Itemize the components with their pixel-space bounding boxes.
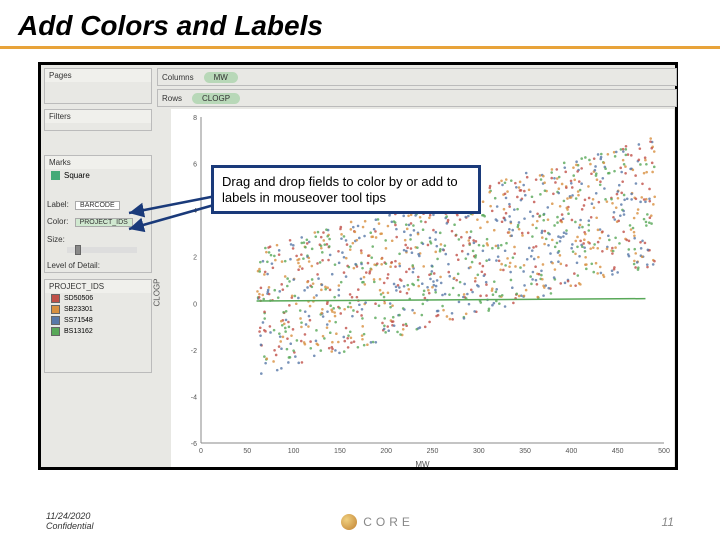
- legend-item[interactable]: SS71548: [45, 315, 151, 326]
- pages-label: Pages: [45, 69, 151, 82]
- footer-logo: CORE: [341, 514, 414, 530]
- svg-text:250: 250: [427, 448, 439, 455]
- svg-text:-6: -6: [191, 441, 197, 448]
- svg-text:-2: -2: [191, 348, 197, 355]
- columns-pill[interactable]: MW: [204, 72, 238, 83]
- columns-shelf[interactable]: Columns MW: [157, 68, 677, 86]
- page-number: 11: [662, 515, 674, 529]
- legend-swatch: [51, 327, 60, 336]
- svg-text:350: 350: [519, 448, 531, 455]
- svg-text:450: 450: [612, 448, 624, 455]
- svg-text:500: 500: [658, 448, 670, 455]
- footer: 11/24/2020 Confidential CORE 11: [0, 512, 720, 532]
- svg-text:150: 150: [334, 448, 346, 455]
- legend-text: BS13162: [64, 328, 93, 335]
- legend-item[interactable]: SD50506: [45, 293, 151, 304]
- page-title: Add Colors and Labels: [0, 0, 720, 46]
- shape-label: Square: [64, 171, 90, 180]
- callout-box: Drag and drop fields to color by or add …: [211, 165, 481, 214]
- svg-text:8: 8: [193, 115, 197, 122]
- size-shelf[interactable]: Size:: [47, 235, 65, 244]
- svg-text:6: 6: [193, 162, 197, 169]
- filters-shelf[interactable]: Filters: [44, 109, 152, 131]
- svg-text:50: 50: [243, 448, 251, 455]
- legend-text: SB23301: [64, 306, 93, 313]
- rows-pill[interactable]: CLOGP: [192, 93, 240, 104]
- svg-text:400: 400: [566, 448, 578, 455]
- legend-text: SS71548: [64, 317, 93, 324]
- svg-text:200: 200: [380, 448, 392, 455]
- legend-swatch: [51, 294, 60, 303]
- legend-panel: PROJECT_IDS SD50506 SB23301 SS71548 BS13162: [44, 279, 152, 373]
- svg-text:300: 300: [473, 448, 485, 455]
- legend-title: PROJECT_IDS: [45, 280, 151, 293]
- chart-area: 050100150200250300350400450500 -6-4-2024…: [171, 109, 674, 467]
- rows-shelf[interactable]: Rows CLOGP: [157, 89, 677, 107]
- svg-text:2: 2: [193, 255, 197, 262]
- pages-shelf[interactable]: Pages: [44, 68, 152, 104]
- size-slider[interactable]: [67, 247, 137, 253]
- footer-date: 11/24/2020 Confidential: [46, 512, 94, 532]
- svg-text:-4: -4: [191, 394, 197, 401]
- y-axis-label: CLOGP: [153, 278, 162, 306]
- legend-item[interactable]: BS13162: [45, 326, 151, 337]
- legend-swatch: [51, 305, 60, 314]
- square-icon: [51, 171, 60, 180]
- x-axis-label: MW: [415, 460, 429, 469]
- slider-thumb[interactable]: [75, 245, 81, 255]
- filters-label: Filters: [45, 110, 151, 123]
- legend-item[interactable]: SB23301: [45, 304, 151, 315]
- logo-icon: [341, 514, 357, 530]
- legend-swatch: [51, 316, 60, 325]
- logo-text: CORE: [363, 515, 414, 529]
- mark-shape[interactable]: Square: [45, 169, 151, 182]
- svg-text:100: 100: [288, 448, 300, 455]
- rows-label: Rows: [158, 92, 186, 105]
- scatter-chart: 050100150200250300350400450500 -6-4-2024…: [171, 109, 674, 467]
- svg-text:0: 0: [199, 448, 203, 455]
- columns-label: Columns: [158, 71, 198, 84]
- legend-text: SD50506: [64, 295, 93, 302]
- marks-label: Marks: [45, 156, 151, 169]
- screenshot-frame: Pages Filters Marks Square Label: BARCOD…: [38, 62, 678, 470]
- lod-shelf[interactable]: Level of Detail:: [47, 261, 100, 270]
- title-underline: [0, 46, 720, 49]
- svg-text:0: 0: [193, 301, 197, 308]
